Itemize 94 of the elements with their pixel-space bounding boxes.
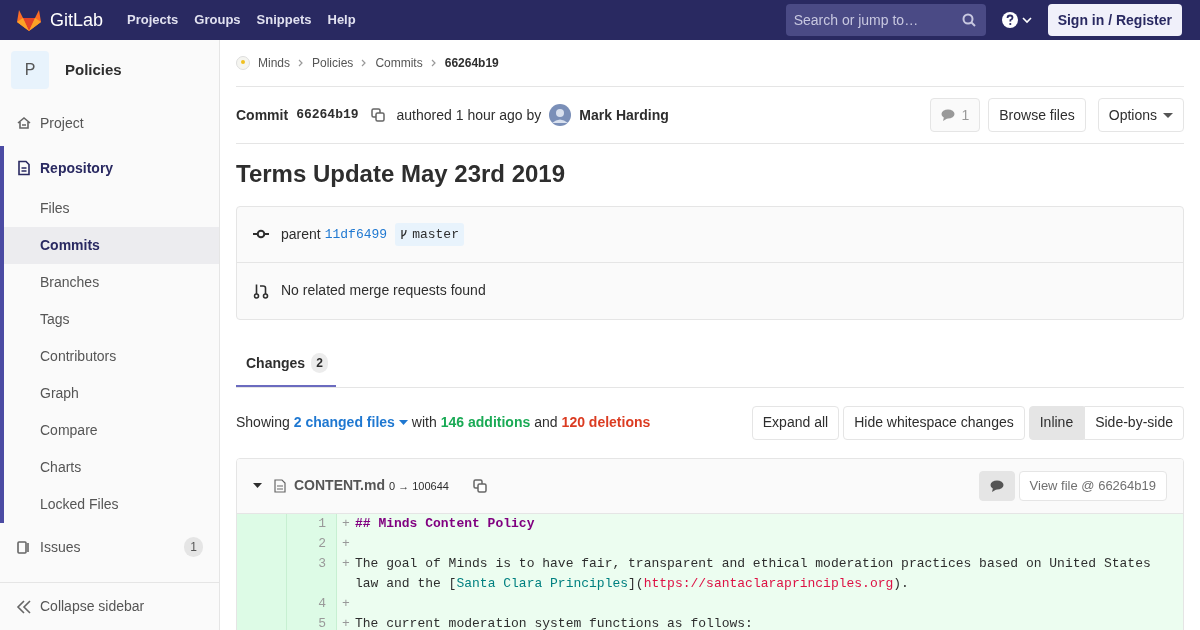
caret-down-icon: [1163, 112, 1173, 118]
collapse-toggle[interactable]: [253, 483, 262, 489]
merge-requests-text: No related merge requests found: [281, 281, 486, 301]
expand-all-button[interactable]: Expand all: [751, 405, 840, 440]
search-field[interactable]: Search or jump to…: [785, 4, 986, 36]
changes-tab[interactable]: Changes 2: [236, 352, 336, 387]
copy-icon: [472, 478, 487, 493]
double-chevron-left-icon: [16, 599, 32, 614]
fox-logo-icon: [16, 8, 42, 32]
commit-icon: [253, 229, 269, 240]
count-badge: 1: [184, 537, 203, 557]
diff-sign: +: [341, 514, 351, 533]
line-number: 3: [287, 553, 337, 594]
diff-sign: +: [341, 534, 351, 553]
copy-button[interactable]: [472, 478, 487, 493]
additions-count: 146 additions: [440, 413, 531, 433]
sidebar-subitem[interactable]: Locked Files: [4, 486, 219, 523]
browse-files-button[interactable]: Browse files: [988, 98, 1086, 132]
sidebar-subitem[interactable]: Graph: [4, 375, 219, 412]
file-name[interactable]: CONTENT.md: [294, 475, 385, 497]
sidebar-subitem[interactable]: Compare: [4, 412, 219, 449]
diff-sign: +: [341, 594, 351, 613]
changed-files-dropdown[interactable]: 2 changed files: [293, 412, 408, 434]
chevron-right-icon: [298, 59, 304, 67]
summary-text: Showing: [236, 413, 290, 433]
code-line: The goal of Minds is to have fair, transparent and ethical moderation practices based on United States law and the [Santa Clara Principles](https://santaclaraprinciples.org).: [355, 554, 1152, 593]
parent-sha-link[interactable]: 11df6499: [324, 224, 388, 245]
file-mode: 0 → 100644: [389, 478, 449, 494]
view-file-button[interactable]: View file @ 66264b19: [1018, 470, 1167, 501]
nav-link[interactable]: Snippets: [256, 10, 312, 30]
project-avatar: P: [11, 51, 49, 89]
sidebar-item[interactable]: Issues 1: [0, 525, 219, 569]
caret-down-icon: [253, 483, 262, 489]
group-avatar-icon: [236, 56, 250, 70]
file-icon: [274, 478, 286, 493]
commit-sha: 66264b19: [296, 106, 359, 125]
diff-sign: +: [341, 554, 351, 573]
branch-tag[interactable]: master: [395, 222, 464, 247]
sidebar-subitem[interactable]: Contributors: [4, 338, 219, 375]
caret-down-icon: [398, 420, 408, 426]
diff-sign: +: [341, 614, 351, 630]
commit-label: Commit: [236, 105, 289, 125]
search-icon: [961, 13, 976, 27]
copy-icon: [370, 108, 385, 122]
home-icon: [16, 115, 32, 131]
sidebar-item[interactable]: Project: [0, 100, 219, 146]
chevron-right-icon: [361, 59, 368, 67]
sidebar-subitem[interactable]: Files: [4, 190, 219, 227]
sign-in-button[interactable]: Sign in / Register: [1047, 4, 1182, 36]
sidebar-subitem[interactable]: Commits: [4, 227, 219, 264]
line-number: 1: [287, 513, 337, 534]
breadcrumb-link[interactable]: Commits: [375, 54, 423, 72]
brand-name[interactable]: GitLab: [50, 6, 104, 34]
code-line: ## Minds Content Policy: [355, 514, 536, 533]
speech-bubble-icon: [989, 479, 1004, 492]
breadcrumb-link[interactable]: Policies: [312, 54, 354, 72]
nav-link[interactable]: Groups: [194, 10, 241, 30]
chevron-right-icon: [430, 59, 437, 67]
line-number: 2: [287, 533, 337, 554]
branch-icon: [400, 228, 409, 240]
sidebar-item[interactable]: Repository: [4, 146, 219, 190]
sidebar-subitem[interactable]: Charts: [4, 449, 219, 486]
speech-bubble-icon: [941, 109, 956, 121]
code-line: The current moderation system functions as follows:: [355, 614, 754, 630]
nav-link[interactable]: Projects: [127, 10, 179, 30]
comment-button[interactable]: [978, 470, 1015, 501]
authored-text: authored 1 hour ago by: [396, 105, 542, 125]
summary-text: and: [534, 413, 558, 433]
hide-whitespace-button[interactable]: Hide whitespace changes: [843, 405, 1025, 440]
breadcrumb-link[interactable]: 66264b19: [444, 54, 499, 72]
help-icon: [1001, 12, 1018, 28]
count-badge: 2: [311, 352, 328, 373]
options-button[interactable]: Options: [1097, 98, 1184, 132]
parent-label: parent: [281, 224, 321, 244]
issues-icon: [16, 539, 32, 555]
merge-request-icon: [253, 282, 269, 299]
sidebar-subitem[interactable]: Branches: [4, 264, 219, 301]
nav-link[interactable]: Help: [327, 10, 356, 30]
commit-title: Terms Update May 23rd 2019: [236, 159, 567, 189]
avatar-icon: [549, 104, 572, 126]
deletions-count: 120 deletions: [561, 413, 651, 433]
copy-button[interactable]: [370, 108, 385, 122]
project-name[interactable]: Policies: [65, 58, 122, 82]
breadcrumb-link[interactable]: Minds: [258, 54, 290, 72]
line-number: 4: [287, 593, 337, 614]
chevron-down-icon: [1021, 16, 1032, 24]
view-toggle-button[interactable]: Side-by-side: [1084, 405, 1184, 440]
sidebar-subitem[interactable]: Tags: [4, 301, 219, 338]
old-line-number-gutter: [237, 513, 287, 534]
view-toggle-button[interactable]: Inline: [1028, 405, 1085, 440]
collapse-sidebar-button[interactable]: Collapse sidebar: [0, 582, 219, 630]
author-name[interactable]: Mark Harding: [579, 104, 669, 126]
document-icon: [16, 160, 32, 176]
summary-text: with: [411, 413, 437, 433]
